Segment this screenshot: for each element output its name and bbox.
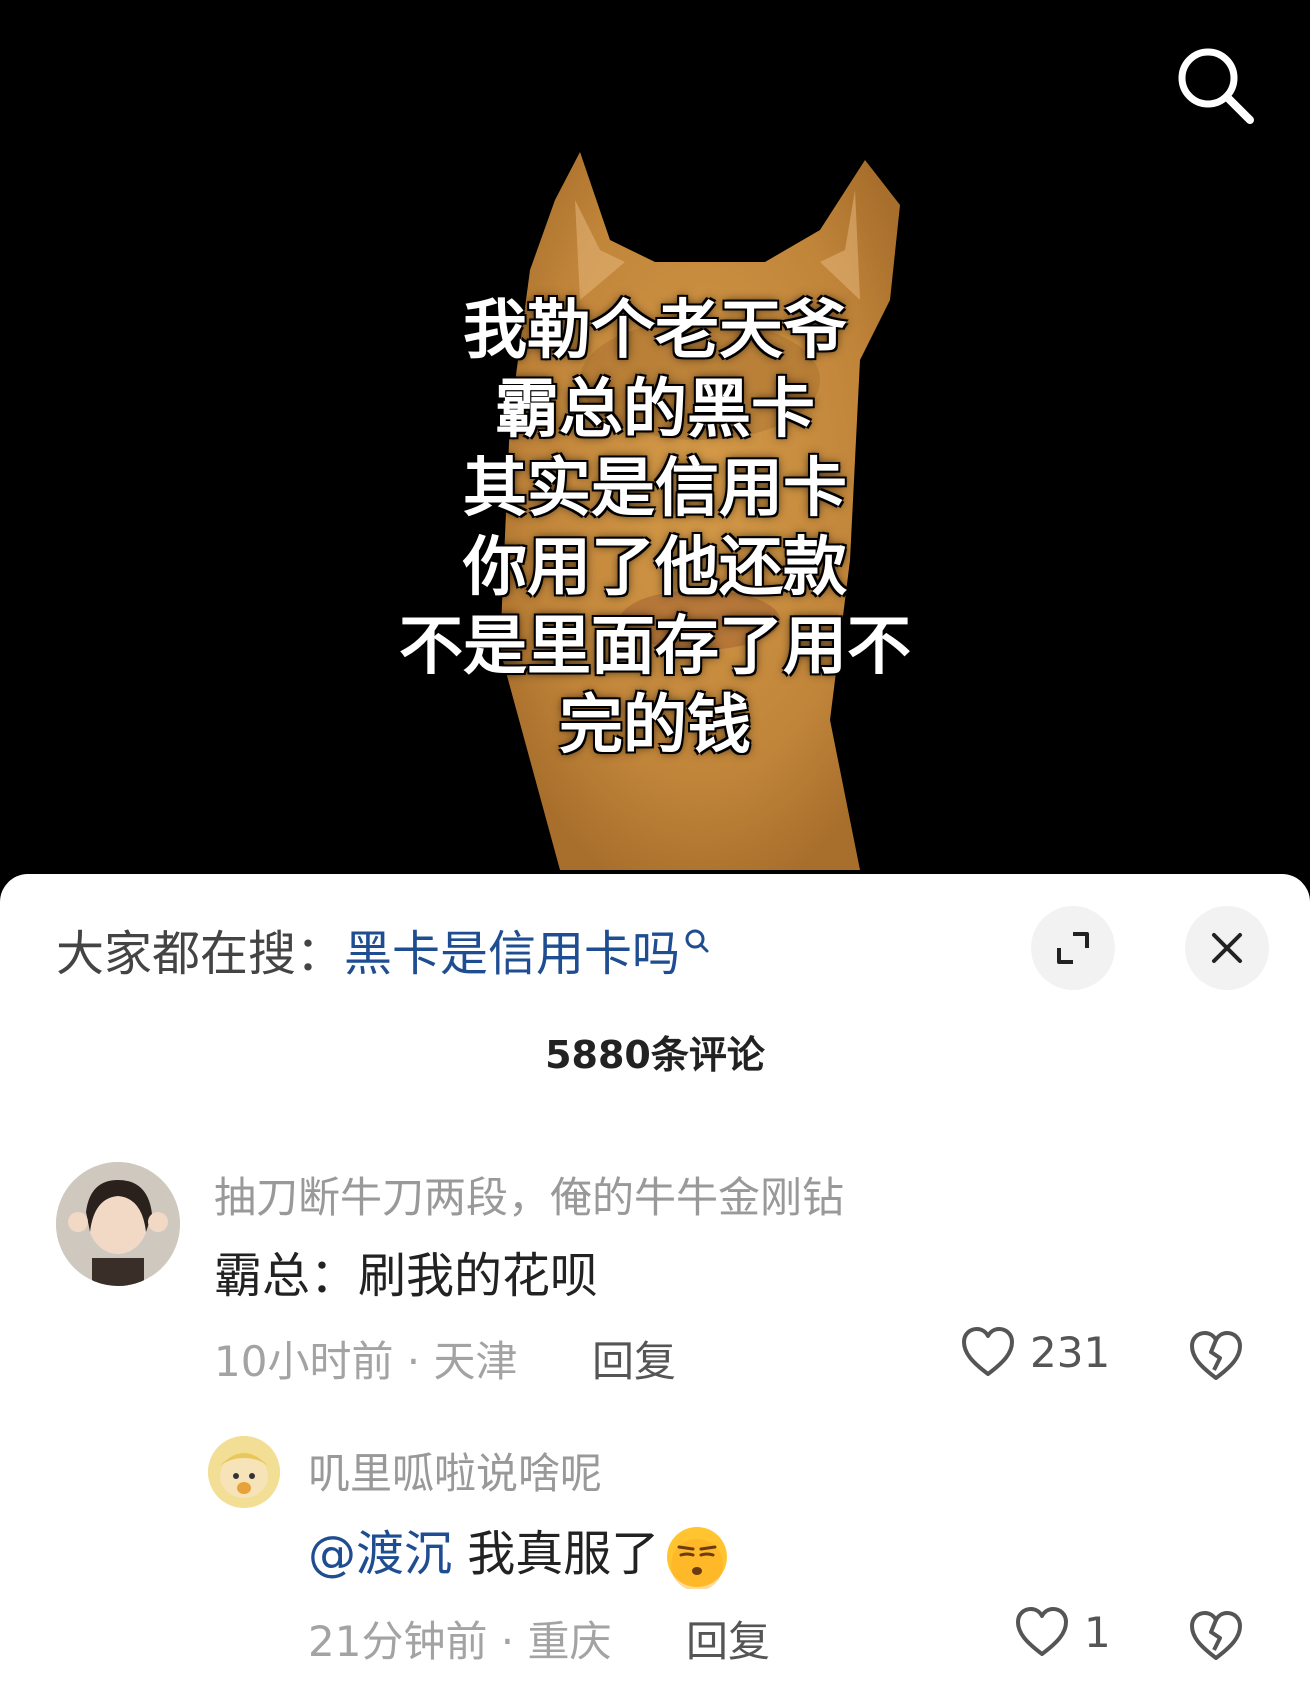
comment-username[interactable]: 抽刀断牛刀两段，俺的牛牛金刚钻 <box>214 1164 844 1225</box>
trending-search-term[interactable]: 黑卡是信用卡吗 <box>344 926 680 982</box>
comment-count: 5880条评论 <box>545 1033 765 1077</box>
mention-link[interactable]: @渡沉 <box>308 1526 452 1582</box>
caption-line: 完的钱 <box>559 689 751 763</box>
comment-text: 霸总：刷我的花呗 <box>214 1248 599 1304</box>
broken-heart-icon <box>1190 1611 1242 1660</box>
comment-username[interactable]: 叽里呱啦说啥呢 <box>308 1440 602 1501</box>
close-button[interactable] <box>1185 906 1269 990</box>
caption-line: 你用了他还款 <box>463 531 847 605</box>
avatar[interactable] <box>56 1162 180 1286</box>
expand-icon <box>1057 932 1089 964</box>
smirk-emoji-icon <box>667 1527 728 1589</box>
trending-search-prefix: 大家都在搜： <box>56 926 345 982</box>
avatar-image <box>56 1162 180 1286</box>
like-button[interactable]: 1 <box>1014 1606 1111 1658</box>
dislike-button[interactable] <box>1188 1330 1244 1386</box>
search-icon <box>685 929 709 953</box>
search-button[interactable] <box>1170 40 1260 130</box>
caption-line: 不是里面存了用不 <box>399 610 911 684</box>
comment-meta: 10小时前 · 天津 <box>214 1337 518 1386</box>
reply-button[interactable]: 回复 <box>686 1608 770 1669</box>
heart-icon <box>962 1327 1014 1376</box>
broken-heart-icon <box>1190 1331 1242 1380</box>
comment-sheet: 大家都在搜：黑卡是信用卡吗 5880条评论 抽刀断牛刀两段，俺的牛牛金刚钻 霸总… <box>0 874 1310 1687</box>
comment-body: 我真服了 <box>452 1526 660 1582</box>
caption-line: 我勒个老天爷 <box>463 294 847 368</box>
caption-line: 其实是信用卡 <box>463 452 847 526</box>
heart-icon <box>1016 1607 1068 1656</box>
video-caption: 我勒个老天爷 霸总的黑卡 其实是信用卡 你用了他还款 不是里面存了用不 完的钱 <box>0 292 1310 766</box>
avatar[interactable] <box>208 1436 280 1508</box>
avatar-image <box>208 1436 280 1508</box>
caption-line: 霸总的黑卡 <box>495 373 815 447</box>
comment-meta: 21分钟前 · 重庆 <box>308 1617 612 1666</box>
search-icon <box>1178 48 1254 124</box>
comment-text: @渡沉 我真服了 <box>308 1514 729 1589</box>
trending-search-bar: 大家都在搜：黑卡是信用卡吗 <box>56 914 710 994</box>
video-player[interactable]: 我勒个老天爷 霸总的黑卡 其实是信用卡 你用了他还款 不是里面存了用不 完的钱 <box>0 0 1310 900</box>
like-button[interactable]: 231 <box>960 1326 1110 1378</box>
close-icon <box>1212 933 1242 963</box>
reply-button[interactable]: 回复 <box>592 1328 676 1389</box>
dislike-button[interactable] <box>1188 1610 1244 1666</box>
expand-button[interactable] <box>1031 906 1115 990</box>
like-count: 1 <box>1084 1607 1111 1657</box>
like-count: 231 <box>1030 1327 1111 1377</box>
